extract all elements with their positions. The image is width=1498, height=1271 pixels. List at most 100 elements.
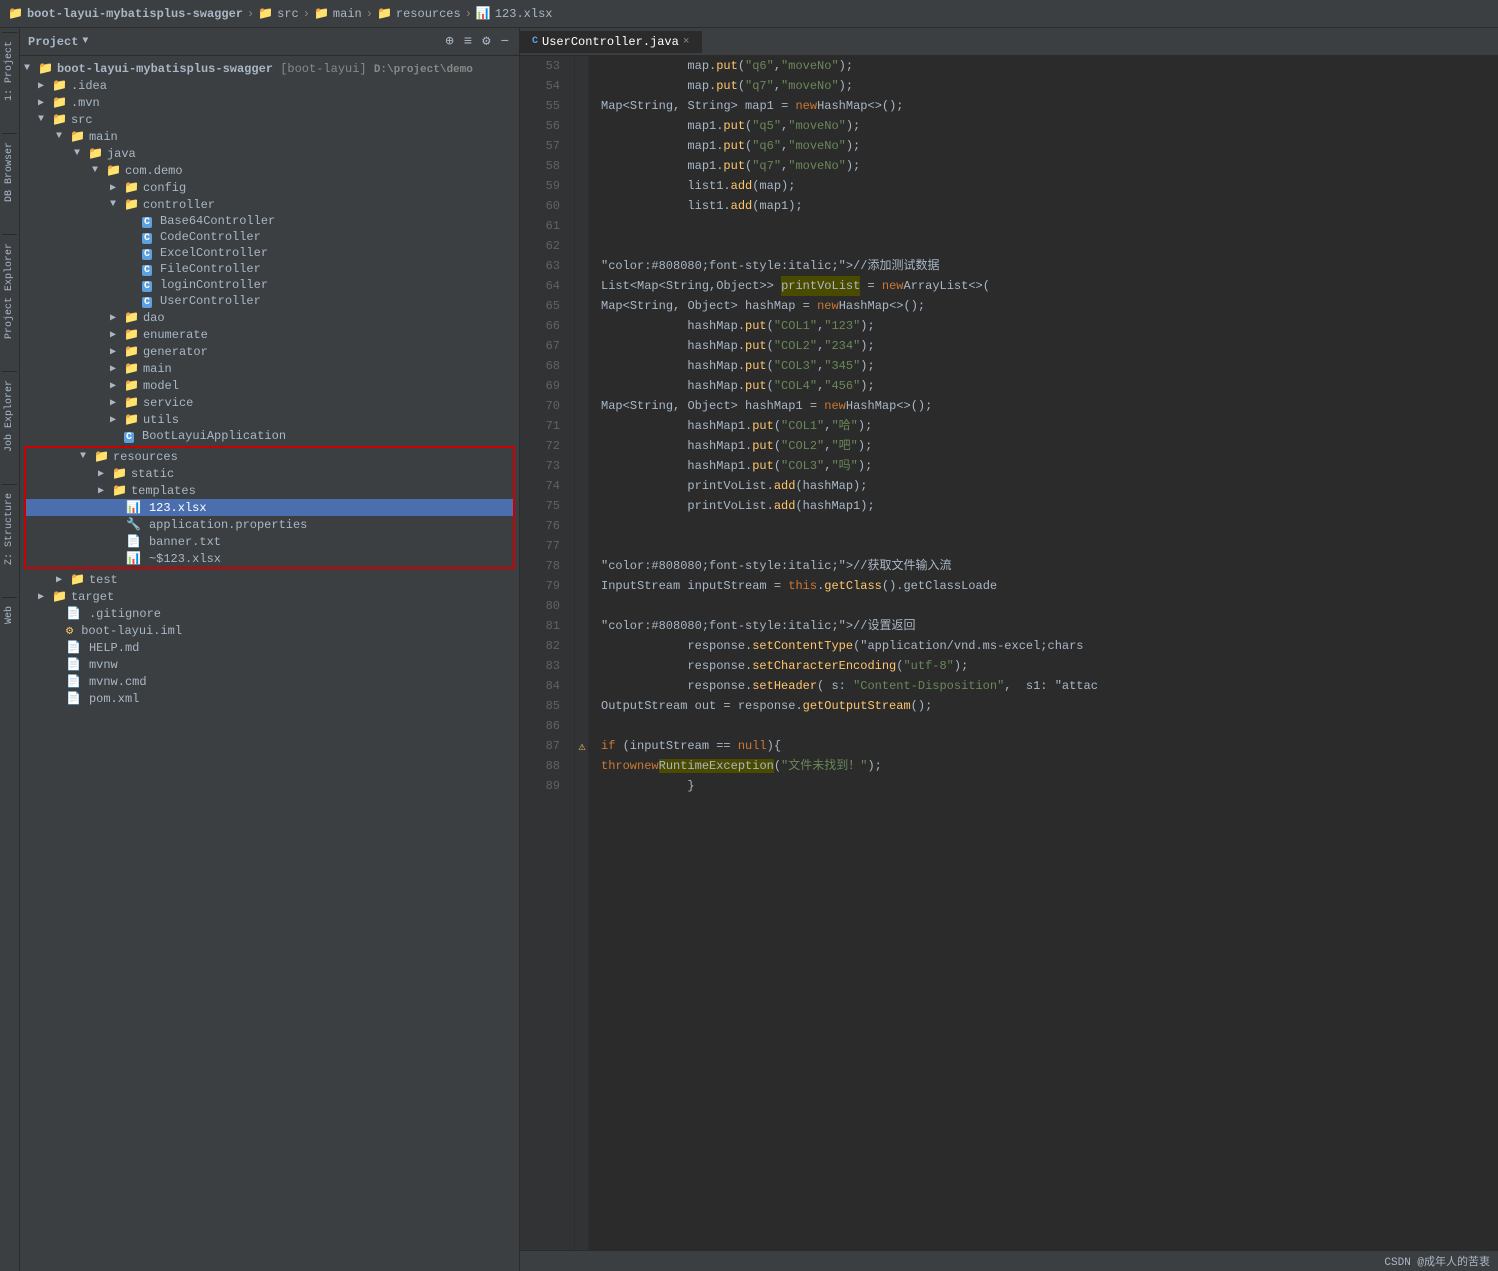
tree-item-generator[interactable]: ▶ 📁 generator (20, 343, 519, 360)
side-tab-project-explorer[interactable]: Project Explorer (2, 234, 17, 347)
side-tab-web[interactable]: Web (2, 597, 17, 632)
code-line: map1.put("q5","moveNo"); (601, 116, 1498, 136)
side-tab-job-explorer[interactable]: Job Explorer (2, 371, 17, 460)
minimize-button[interactable]: − (499, 34, 511, 50)
code-line: hashMap.put("COL3","345"); (601, 356, 1498, 376)
breadcrumb-sep-3: › (366, 7, 373, 21)
loginctrl-label: loginController (156, 278, 268, 292)
breadcrumb-item-4[interactable]: resources (396, 7, 461, 21)
breadcrumb-item-2[interactable]: src (277, 7, 299, 21)
target-folder-icon: 📁 (52, 589, 67, 604)
tree-item-logincontroller[interactable]: C loginController (20, 277, 519, 293)
dao-arrow: ▶ (110, 312, 124, 324)
tree-item-banner[interactable]: 📄 banner.txt (26, 533, 513, 550)
line-number: 72 (520, 436, 566, 456)
resources-folder-icon: 📁 (94, 449, 109, 464)
tree-item-main-pkg[interactable]: ▶ 📁 main (20, 360, 519, 377)
gutter-cell (575, 56, 589, 76)
tree-item-controller[interactable]: ▼ 📁 controller (20, 196, 519, 213)
code-tab-usercontroller[interactable]: C UserController.java × (520, 31, 702, 53)
collapse-button[interactable]: ≡ (462, 34, 474, 50)
gutter-cell (575, 536, 589, 556)
line-number: 86 (520, 716, 566, 736)
sync-button[interactable]: ⊕ (443, 33, 455, 50)
tree-item-resources[interactable]: ▼ 📁 resources (26, 448, 513, 465)
tree-item-usercontroller[interactable]: C UserController (20, 293, 519, 309)
tree-item-idea[interactable]: ▶ 📁 .idea (20, 77, 519, 94)
line-number: 61 (520, 216, 566, 236)
side-tab-db-browser[interactable]: DB Browser (2, 133, 17, 210)
tree-item-target[interactable]: ▶ 📁 target (20, 588, 519, 605)
tab-close-button[interactable]: × (683, 36, 690, 48)
gutter-cell (575, 756, 589, 776)
gen-folder-icon: 📁 (124, 344, 139, 359)
tree-item-help[interactable]: 📄 HELP.md (20, 639, 519, 656)
tree-root[interactable]: ▼ 📁 boot-layui-mybatisplus-swagger [boot… (20, 60, 519, 77)
tree-item-service[interactable]: ▶ 📁 service (20, 394, 519, 411)
line-number: 63 (520, 256, 566, 276)
code-line: printVoList.add(hashMap1); (601, 496, 1498, 516)
tree-item-mvnwcmd[interactable]: 📄 mvnw.cmd (20, 673, 519, 690)
tree-item-com-demo[interactable]: ▼ 📁 com.demo (20, 162, 519, 179)
gutter-cell (575, 196, 589, 216)
tree-item-gitignore[interactable]: 📄 .gitignore (20, 605, 519, 622)
code-line: "color:#808080;font-style:italic;">//设置返… (601, 616, 1498, 636)
panel-dropdown-icon[interactable]: ▼ (82, 36, 88, 47)
tree-item-templates[interactable]: ▶ 📁 templates (26, 482, 513, 499)
line-number: 85 (520, 696, 566, 716)
tree-item-mvn[interactable]: ▶ 📁 .mvn (20, 94, 519, 111)
tree-item-123-xlsx[interactable]: 📊 123.xlsx (26, 499, 513, 516)
panel-actions: ⊕ ≡ ⚙ − (443, 33, 511, 50)
breadcrumb-item-3[interactable]: main (333, 7, 362, 21)
test-label: test (89, 573, 118, 587)
mvn-arrow: ▶ (38, 97, 52, 109)
side-tab-project[interactable]: 1: Project (2, 32, 17, 109)
gutter-cell (575, 136, 589, 156)
dao-folder-icon: 📁 (124, 310, 139, 325)
appprops-label: application.properties (145, 518, 307, 532)
tree-item-utils[interactable]: ▶ 📁 utils (20, 411, 519, 428)
gutter-cell (575, 256, 589, 276)
base64ctrl-icon: C (142, 214, 152, 228)
tree-item-java[interactable]: ▼ 📁 java (20, 145, 519, 162)
tree-item-test[interactable]: ▶ 📁 test (20, 571, 519, 588)
tree-item-enumerate[interactable]: ▶ 📁 enumerate (20, 326, 519, 343)
tree-item-pom[interactable]: 📄 pom.xml (20, 690, 519, 707)
tree-item-dao[interactable]: ▶ 📁 dao (20, 309, 519, 326)
utils-arrow: ▶ (110, 414, 124, 426)
utils-folder-icon: 📁 (124, 412, 139, 427)
line-number: 53 (520, 56, 566, 76)
gutter-cell (575, 616, 589, 636)
tree-item-base64controller[interactable]: C Base64Controller (20, 213, 519, 229)
code-line (601, 536, 1498, 556)
main-pkg-folder-icon: 📁 (124, 361, 139, 376)
tree-item-main[interactable]: ▼ 📁 main (20, 128, 519, 145)
tree-item-config[interactable]: ▶ 📁 config (20, 179, 519, 196)
tree-item-src[interactable]: ▼ 📁 src (20, 111, 519, 128)
tree-item-codecontroller[interactable]: C CodeController (20, 229, 519, 245)
test-folder-icon: 📁 (70, 572, 85, 587)
model-folder-icon: 📁 (124, 378, 139, 393)
controller-folder-icon: 📁 (124, 197, 139, 212)
tree-item-iml[interactable]: ⚙ boot-layui.iml (20, 622, 519, 639)
tree-item-app-props[interactable]: 🔧 application.properties (26, 516, 513, 533)
tree-item-mvnw[interactable]: 📄 mvnw (20, 656, 519, 673)
gutter-cell (575, 116, 589, 136)
utils-label: utils (143, 413, 179, 427)
breadcrumb-folder-icon-2: 📁 (258, 6, 273, 21)
code-content[interactable]: map.put("q6","moveNo"); map.put("q7","mo… (589, 56, 1498, 1250)
userctrl-icon: C (142, 294, 152, 308)
side-tab-structure[interactable]: Z: Structure (2, 484, 17, 573)
tree-item-excelcontroller[interactable]: C ExcelController (20, 245, 519, 261)
tree-item-bootlayui-app[interactable]: C BootLayuiApplication (20, 428, 519, 444)
settings-button[interactable]: ⚙ (480, 33, 492, 50)
tree-item-filecontroller[interactable]: C FileController (20, 261, 519, 277)
code-line: List<Map<String,Object>> printVoList = n… (601, 276, 1498, 296)
tree-item-model[interactable]: ▶ 📁 model (20, 377, 519, 394)
breadcrumb-item-1[interactable]: boot-layui-mybatisplus-swagger (27, 7, 243, 21)
breadcrumb-folder-icon-3: 📁 (314, 6, 329, 21)
breadcrumb-item-5[interactable]: 123.xlsx (495, 7, 553, 21)
gutter-cell (575, 76, 589, 96)
tree-item-static[interactable]: ▶ 📁 static (26, 465, 513, 482)
tree-item-shadow-xlsx[interactable]: 📊 ~$123.xlsx (26, 550, 513, 567)
